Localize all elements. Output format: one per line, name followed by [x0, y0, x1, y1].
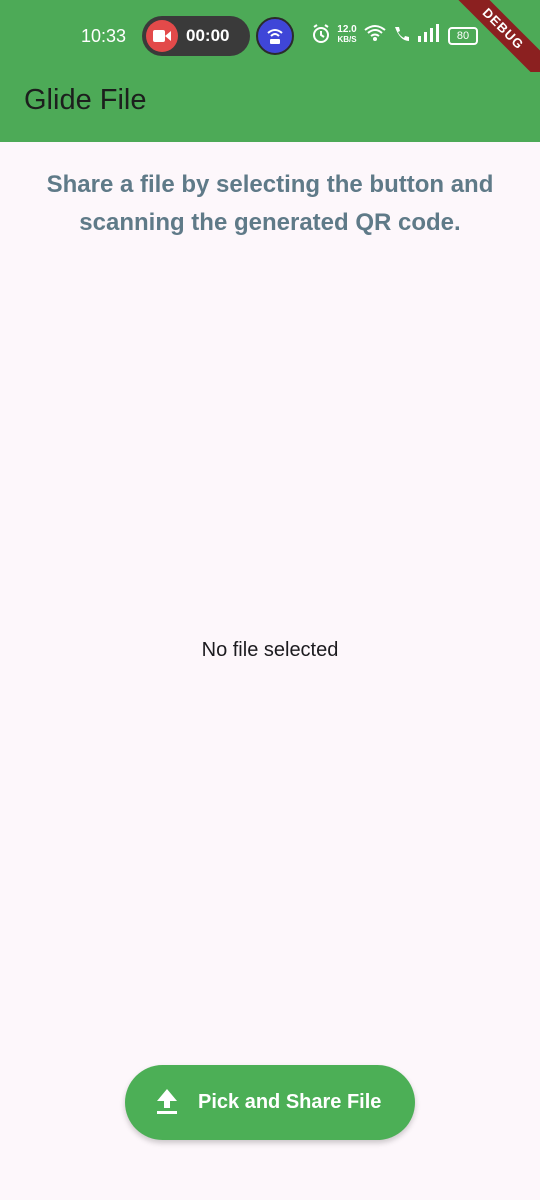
file-status-text: No file selected [201, 639, 339, 661]
alarm-icon [312, 24, 330, 48]
network-speed: 12.0 KB/S [337, 24, 357, 45]
battery-indicator: 80 [448, 27, 478, 45]
status-bar: 10:33 00:00 12.0 KB/S 80 DEBUG [0, 0, 540, 90]
upload-icon [155, 1089, 179, 1120]
app-bar: Glide File [0, 72, 540, 142]
wifi-icon [364, 24, 386, 48]
pick-and-share-file-label: Pick and Share File [198, 1091, 382, 1113]
video-camera-icon [146, 20, 178, 52]
recording-timer: 00:00 [186, 26, 230, 45]
signal-icon [418, 24, 440, 48]
app-title: Glide File [24, 84, 147, 116]
hotspot-icon[interactable] [256, 17, 294, 55]
status-time: 10:33 [81, 26, 127, 46]
wifi-call-icon [392, 24, 412, 48]
intro-text: Share a file by selecting the button and… [46, 171, 494, 236]
screen-recording-indicator[interactable]: 00:00 [142, 16, 250, 56]
pick-and-share-file-button[interactable]: Pick and Share File [125, 1065, 415, 1140]
